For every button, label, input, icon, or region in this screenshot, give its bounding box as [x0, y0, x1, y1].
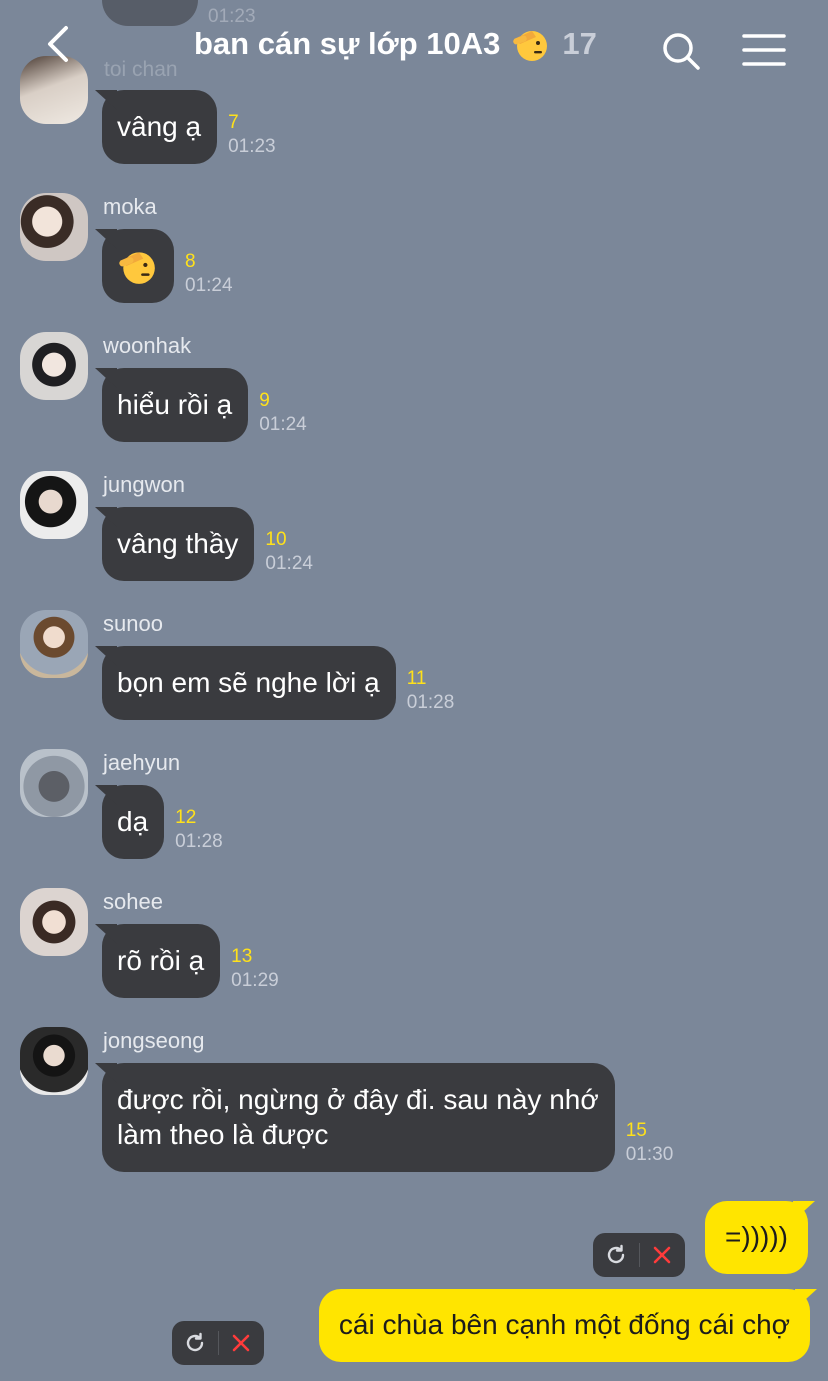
saluting-face-icon: [119, 252, 155, 284]
avatar[interactable]: [20, 193, 88, 261]
unread-count: 7: [228, 112, 239, 133]
saluting-face-icon: [513, 31, 548, 61]
message-bubble-wrap: 8 01:24: [102, 229, 233, 303]
avatar[interactable]: [20, 471, 88, 539]
outgoing-message-bubble[interactable]: cái chùa bên cạnh một đống cái chợ: [318, 1289, 810, 1362]
message-bubble-wrap: được rồi, ngừng ở đây đi. sau này nhớ là…: [102, 1063, 673, 1172]
failed-send-controls: [172, 1321, 264, 1365]
message-bubble[interactable]: [102, 229, 174, 303]
message-meta: 7 01:23: [228, 111, 276, 159]
unread-count: 8: [185, 251, 196, 272]
message-meta: 11 01:28: [407, 667, 455, 715]
message-bubble-wrap: bọn em sẽ nghe lời ạ 11 01:28: [102, 646, 454, 720]
sender-name: woonhak: [103, 333, 192, 358]
back-button[interactable]: [38, 22, 82, 66]
message-time: 01:24: [259, 414, 307, 435]
message-text-line: làm theo là được: [117, 1119, 329, 1150]
failed-send-controls: [593, 1233, 685, 1277]
message-time: 01:28: [175, 831, 223, 852]
avatar[interactable]: [20, 1027, 88, 1095]
retry-button[interactable]: [593, 1233, 639, 1277]
message-bubble[interactable]: vâng ạ: [102, 90, 218, 164]
chat-header: ban cán sự lớp 10A3 17: [0, 0, 828, 92]
message-time: 01:24: [185, 275, 233, 296]
message-time: 01:23: [228, 136, 276, 157]
message-meta: 12 01:28: [175, 806, 223, 854]
message-bubble-wrap: vâng ạ 7 01:23: [102, 90, 276, 164]
message-time: 01:30: [625, 1144, 674, 1165]
message-meta: 15 01:30: [626, 1119, 674, 1167]
message-time: 01:24: [265, 553, 313, 574]
message-meta: 13 01:29: [231, 945, 279, 993]
menu-button[interactable]: [742, 30, 786, 70]
chat-title[interactable]: ban cán sự lớp 10A3 17: [194, 22, 597, 66]
outgoing-message-bubble[interactable]: =))))): [705, 1201, 808, 1274]
avatar[interactable]: [20, 332, 88, 400]
cancel-button[interactable]: [639, 1233, 685, 1277]
unread-count: 9: [259, 390, 270, 411]
message-bubble-wrap: hiểu rồi ạ 9 01:24: [102, 368, 307, 442]
unread-count: 15: [625, 1120, 647, 1141]
cancel-button[interactable]: [218, 1321, 264, 1365]
message-time: 01:29: [231, 970, 279, 991]
message-bubble[interactable]: hiểu rồi ạ: [102, 368, 249, 442]
member-count: 17: [562, 26, 597, 61]
message-bubble[interactable]: được rồi, ngừng ở đây đi. sau này nhớ là…: [102, 1063, 615, 1172]
search-button[interactable]: [660, 30, 702, 72]
unread-count: 12: [175, 807, 197, 828]
avatar[interactable]: [20, 610, 88, 678]
unread-count: 13: [231, 946, 253, 967]
message-bubble-wrap: rõ rồi ạ 13 01:29: [102, 924, 279, 998]
hamburger-menu-icon: [742, 34, 786, 66]
avatar[interactable]: [20, 888, 88, 956]
sender-name: sohee: [103, 889, 163, 914]
message-bubble[interactable]: dạ: [102, 785, 165, 859]
retry-icon: [607, 1244, 624, 1264]
close-icon: [653, 1246, 671, 1264]
message-meta: 8 01:24: [185, 250, 233, 298]
avatar[interactable]: [20, 749, 88, 817]
chevron-left-icon: [48, 26, 68, 62]
message-text-line: được rồi, ngừng ở đây đi. sau này nhớ: [117, 1084, 599, 1115]
chat-screen: 01:23 toi chan ban cán sự lớp 10A3 17 vâ…: [0, 0, 828, 1381]
sender-name: jungwon: [103, 472, 185, 497]
message-meta: 9 01:24: [259, 389, 307, 437]
close-icon: [232, 1334, 250, 1352]
retry-button[interactable]: [172, 1321, 218, 1365]
sender-name: jaehyun: [103, 750, 181, 775]
message-meta: 10 01:24: [265, 528, 313, 576]
sender-name: moka: [103, 194, 157, 219]
search-icon: [663, 33, 700, 70]
message-bubble-wrap: vâng thầy 10 01:24: [102, 507, 313, 581]
message-time: 01:28: [406, 692, 455, 713]
message-bubble[interactable]: vâng thầy: [102, 507, 255, 581]
message-bubble[interactable]: bọn em sẽ nghe lời ạ: [102, 646, 396, 720]
message-bubble[interactable]: rõ rồi ạ: [102, 924, 221, 998]
message-bubble-wrap: dạ 12 01:28: [102, 785, 223, 859]
retry-icon: [186, 1332, 203, 1352]
unread-count: 11: [406, 668, 427, 689]
chat-room-name: ban cán sự lớp 10A3: [194, 26, 501, 61]
unread-count: 10: [265, 529, 287, 550]
sender-name: sunoo: [103, 611, 163, 636]
sender-name: jongseong: [103, 1028, 205, 1053]
